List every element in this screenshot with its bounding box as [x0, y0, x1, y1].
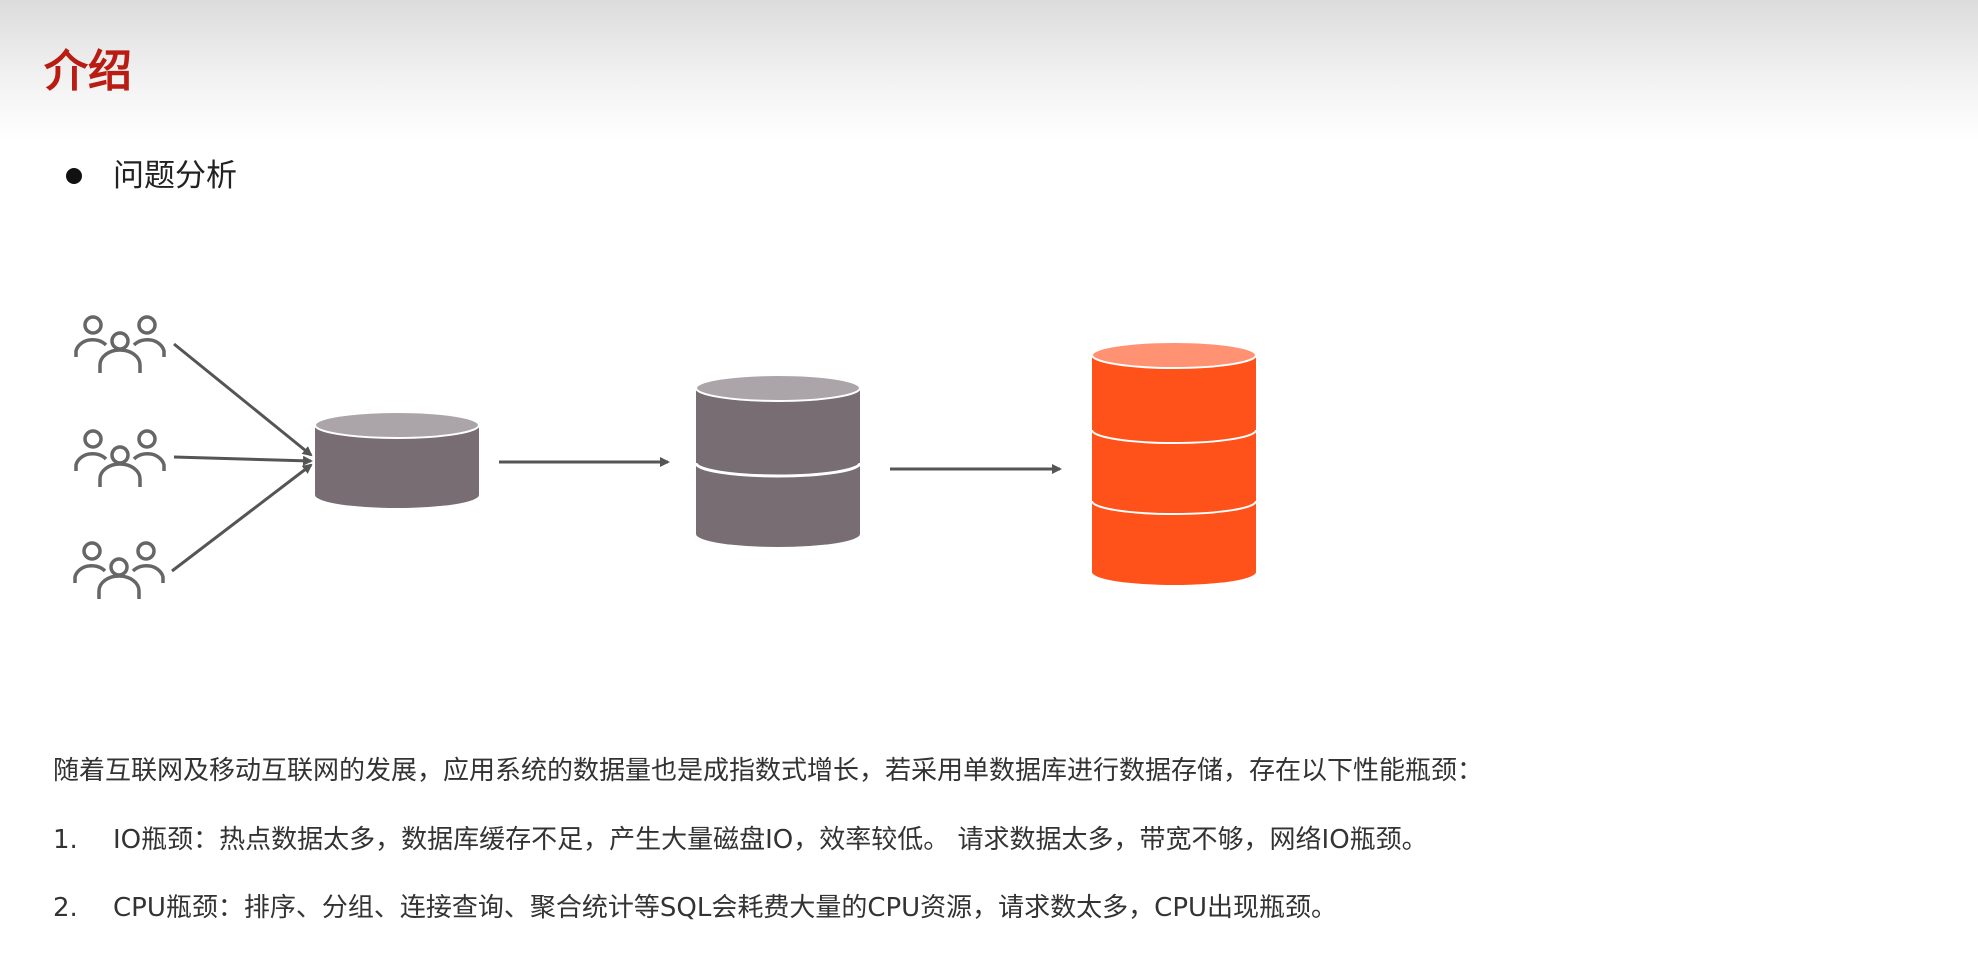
- list-number: 2.: [53, 893, 78, 923]
- arrow: [173, 342, 313, 457]
- database-icon: [314, 411, 480, 508]
- list-number: 1.: [53, 825, 78, 855]
- arrow: [173, 455, 313, 466]
- users-icon: [74, 315, 166, 375]
- arrow: [171, 463, 313, 573]
- list-item-io-bottleneck: IO瓶颈：热点数据太多，数据库缓存不足，产生大量磁盘IO，效率较低。 请求数据太…: [113, 825, 1428, 855]
- users-icon: [74, 429, 166, 489]
- intro-paragraph: 随着互联网及移动互联网的发展，应用系统的数据量也是成指数式增长，若采用单数据库进…: [53, 756, 1484, 786]
- database-icon: [1091, 341, 1257, 585]
- database-icon: [694, 374, 862, 547]
- users-icon: [73, 541, 165, 601]
- list-item-cpu-bottleneck: CPU瓶颈：排序、分组、连接查询、聚合统计等SQL会耗费大量的CPU资源，请求数…: [113, 893, 1338, 923]
